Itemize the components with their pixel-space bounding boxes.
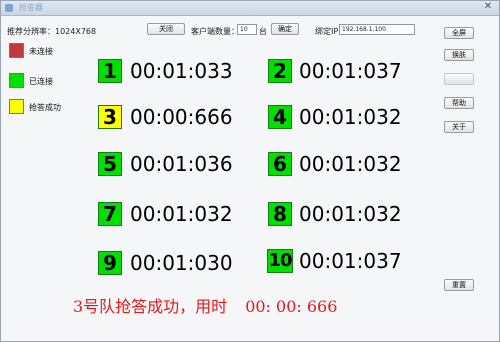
legend-label-connected: 已连接 [29,77,53,86]
team-badge-4: 4 [268,105,292,129]
about-button[interactable]: 关于 [444,121,474,133]
client-count-input[interactable]: 10 [237,24,257,35]
team-badge-1: 1 [98,59,122,83]
switch-skin-button[interactable]: 换肤 [444,49,474,61]
reset-button[interactable]: 重置 [444,279,474,291]
bind-ip-input[interactable]: 192.168.1.100 [339,24,415,35]
team-time-2: 00:01:037 [299,59,402,83]
result-time: 00: 00: 666 [245,297,338,316]
confirm-button[interactable]: 确定 [271,23,299,35]
team-badge-8: 8 [268,202,292,226]
client-count-label: 客户端数量： [191,27,239,36]
team-badge-9: 9 [98,251,122,275]
team-time-1: 00:01:033 [130,59,233,83]
legend-swatch-winner [9,99,24,114]
team-badge-7: 7 [98,202,122,226]
legend-label-winner: 抢答成功 [29,103,61,112]
fullscreen-button[interactable]: 全屏 [444,27,474,39]
result-message: 3号队抢答成功，用时 00: 00: 666 [73,293,337,317]
team-time-3: 00:00:666 [130,105,233,129]
resolution-hint: 推荐分辨率：1024X768 [7,27,97,36]
blank-button[interactable] [444,73,474,85]
team-badge-6: 6 [268,152,292,176]
team-time-4: 00:01:032 [299,105,402,129]
team-badge-3: 3 [98,105,122,129]
legend-swatch-connected [9,73,24,88]
app-icon [5,4,13,12]
team-badge-10: 10 [267,249,293,273]
team-time-5: 00:01:036 [130,152,233,176]
help-button[interactable]: 帮助 [444,97,474,109]
result-text: 3号队抢答成功，用时 [73,297,228,316]
team-badge-2: 2 [268,59,292,83]
team-time-9: 00:01:030 [130,251,233,275]
client-count-unit: 台 [259,27,267,36]
team-time-8: 00:01:032 [299,202,402,226]
team-time-7: 00:01:032 [130,202,233,226]
team-time-10: 00:01:037 [299,249,402,273]
title-bar: 抢答器 ✕ [1,1,499,16]
team-badge-5: 5 [98,152,122,176]
close-button[interactable]: 关闭 [147,23,185,35]
window-close-icon[interactable]: ✕ [481,1,495,13]
app-window: 抢答器 ✕ 推荐分辨率：1024X768 关闭 客户端数量： 10 台 确定 绑… [0,0,500,342]
window-title: 抢答器 [19,3,43,12]
team-time-6: 00:01:032 [299,152,402,176]
legend-label-disconnected: 未连接 [29,47,53,56]
legend-swatch-disconnected [9,43,24,58]
